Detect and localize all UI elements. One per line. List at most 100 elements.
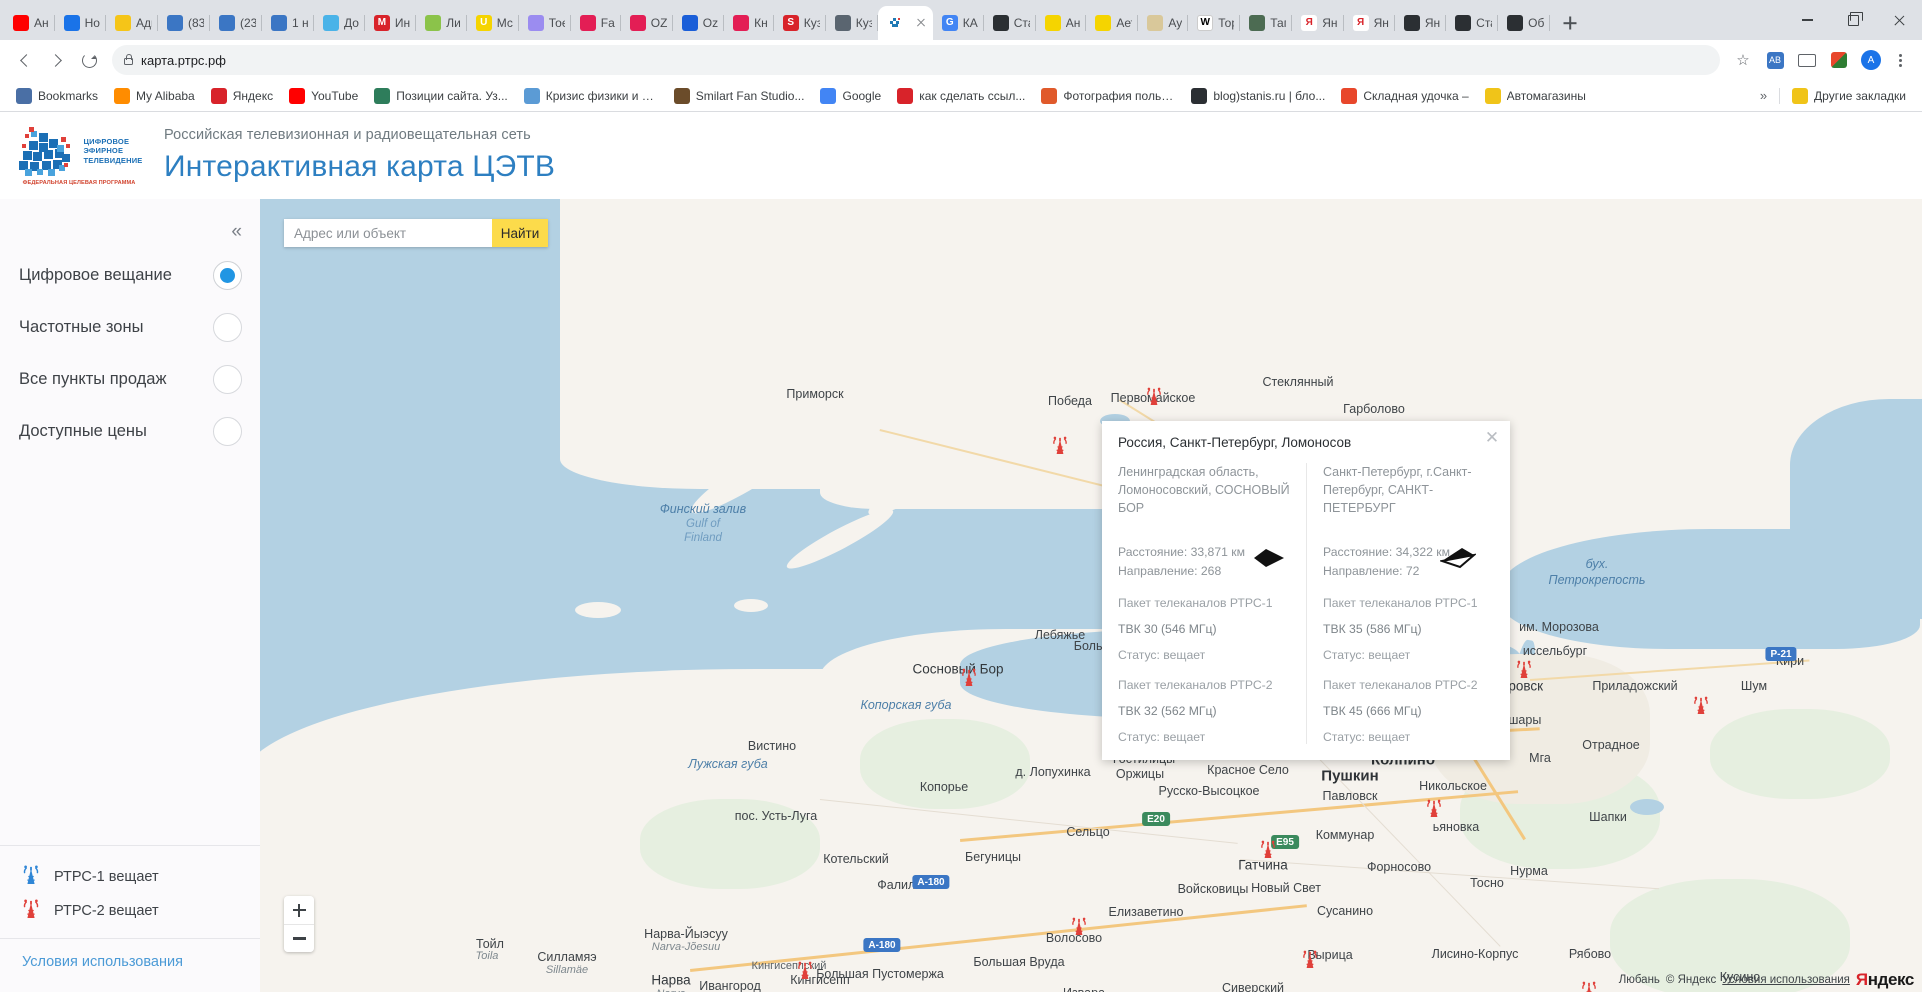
extension-adblock-icon[interactable]: AB [1760,45,1790,75]
map-tower-marker[interactable] [1302,950,1319,974]
map-tower-marker[interactable] [797,961,814,985]
browser-tab[interactable]: S Куз [774,6,826,40]
profile-avatar[interactable]: А [1856,45,1886,75]
bookmarks-overflow-button[interactable]: » [1752,88,1775,103]
bookmark-label: YouTube [311,88,359,103]
map-tower-marker[interactable] [1146,387,1163,411]
bookmark-item[interactable]: Автомагазины [1477,85,1594,107]
browser-tab[interactable]: Таг [1240,6,1293,40]
filter-toggle[interactable] [213,312,242,342]
browser-tab[interactable]: Я Ян [1292,6,1344,40]
address-bar[interactable]: карта.ртрс.рф [112,45,1720,75]
filter-toggle[interactable] [213,364,242,394]
bookmark-item[interactable]: Кризис физики и в... [516,85,666,107]
bookmark-item[interactable]: YouTube [281,85,366,107]
browser-tab[interactable] [877,6,933,40]
bookmark-star-icon[interactable]: ☆ [1728,45,1758,75]
bookmark-item[interactable]: blog)stanis.ru | бло... [1183,85,1333,107]
browser-tab[interactable]: M Ин [365,6,417,40]
browser-tab[interactable]: Ли [416,6,467,40]
new-tab-button[interactable] [1556,9,1584,37]
rtrs-logo[interactable]: ЦИФРОВОЕ ЭФИРНОЕ ТЕЛЕВИДЕНИЕ ФЕДЕРАЛЬНАЯ… [14,125,144,186]
browser-tab[interactable]: Fa [571,6,621,40]
map-tower-marker[interactable] [1581,981,1598,992]
map-tower-marker[interactable] [1260,840,1277,864]
browser-tab[interactable]: Ста [984,6,1036,40]
search-button[interactable]: Найти [492,219,548,247]
bookmark-label: Яндекс [232,88,274,103]
zoom-in-button[interactable] [284,896,314,924]
browser-tab[interactable]: (83 [158,6,210,40]
map-tower-marker[interactable] [1516,660,1533,684]
bookmarks-divider [1779,87,1781,104]
map-canvas[interactable]: ПриморскПобедаПервомайскоеСтеклянныйГарб… [260,199,1922,992]
terms-of-use-link[interactable]: Условия использования [0,938,260,992]
browser-tab[interactable]: Адг [106,6,158,40]
browser-tab[interactable]: Ан [1036,6,1087,40]
tab-close-icon[interactable] [913,15,929,31]
browser-tab[interactable]: Ау [1138,6,1189,40]
forward-button[interactable] [42,45,72,75]
back-button[interactable] [10,45,40,75]
map-info-balloon[interactable]: ✕ Россия, Санкт-Петербург, Ломоносов Лен… [1102,421,1510,760]
extensions-puzzle-icon[interactable] [1824,45,1854,75]
dots-icon [425,15,442,31]
close-window-button[interactable] [1876,4,1922,36]
map-tower-marker[interactable] [1071,917,1088,941]
map-tower-marker[interactable] [1052,436,1069,460]
cast-icon[interactable] [1792,45,1822,75]
reload-button[interactable] [74,45,104,75]
browser-tab[interactable]: Ста [1446,6,1499,40]
browser-tab-label: Тор [1218,16,1234,30]
bookmark-favicon-icon [210,87,227,104]
map-tower-marker[interactable] [961,668,978,692]
search-input[interactable] [284,219,492,247]
minimize-button[interactable] [1784,4,1830,36]
zoom-out-button[interactable] [284,924,314,952]
sidebar-collapse-button[interactable]: « [231,221,242,243]
browser-tab[interactable]: Тое [519,6,571,40]
browser-tab[interactable]: Об [1498,6,1551,40]
browser-tab[interactable]: U Мс [467,6,519,40]
bookmark-item[interactable]: Bookmarks [8,85,106,107]
balloon-status-1: Статус: вещает [1323,647,1411,662]
browser-tab[interactable]: Но [55,6,107,40]
bookmark-item[interactable]: My Alibaba [106,85,203,107]
browser-tab[interactable]: (23 [210,6,262,40]
filter-row-3[interactable]: Доступные цены [0,405,260,457]
filter-toggle[interactable] [213,416,242,446]
browser-tab[interactable]: OZ [621,6,673,40]
bookmark-item[interactable]: Складная удочка – [1333,85,1476,107]
browser-menu-button[interactable] [1888,45,1912,75]
map-tower-marker[interactable] [1426,799,1443,823]
bookmark-item[interactable]: Позиции сайта. Уз... [366,85,516,107]
bookmark-item[interactable]: Фотография польз... [1033,85,1183,107]
browser-tab[interactable]: Ает [1086,6,1139,40]
bookmark-item[interactable]: Яндекс [203,85,281,107]
browser-tab[interactable]: 1 н [262,6,314,40]
map-attribution-terms-link[interactable]: Условия использования [1722,974,1850,986]
bookmark-item[interactable]: как сделать ссыл... [889,85,1033,107]
filter-row-1[interactable]: Частотные зоны [0,301,260,353]
bookmark-item[interactable]: Google [812,85,889,107]
browser-tab[interactable]: Ан [4,6,55,40]
browser-tab[interactable]: Кн [724,6,774,40]
browser-tab[interactable]: G КА [933,6,984,40]
other-bookmarks-folder[interactable]: Другие закладки [1784,85,1914,107]
browser-tab[interactable]: До [314,6,365,40]
maximize-button[interactable] [1830,4,1876,36]
pentagon-icon [1249,15,1266,31]
browser-tab[interactable]: Я Ян [1344,6,1396,40]
browser-tab[interactable]: Куз [826,6,878,40]
balloon-packet-2: Пакет телеканалов РТРС-2 [1323,677,1478,692]
filter-row-2[interactable]: Все пункты продаж [0,353,260,405]
browser-tab[interactable]: Ян [1395,6,1447,40]
filter-row-0[interactable]: Цифровое вещание [0,249,260,301]
bookmark-item[interactable]: Smilart Fan Studio... [666,85,813,107]
filter-toggle[interactable] [213,260,242,290]
browser-tab[interactable]: W Тор [1188,6,1241,40]
browser-tab-label: (23 [239,16,256,30]
browser-tab[interactable]: Oz [673,6,725,40]
map-tower-marker[interactable] [1693,696,1710,720]
balloon-close-icon[interactable]: ✕ [1484,429,1500,447]
